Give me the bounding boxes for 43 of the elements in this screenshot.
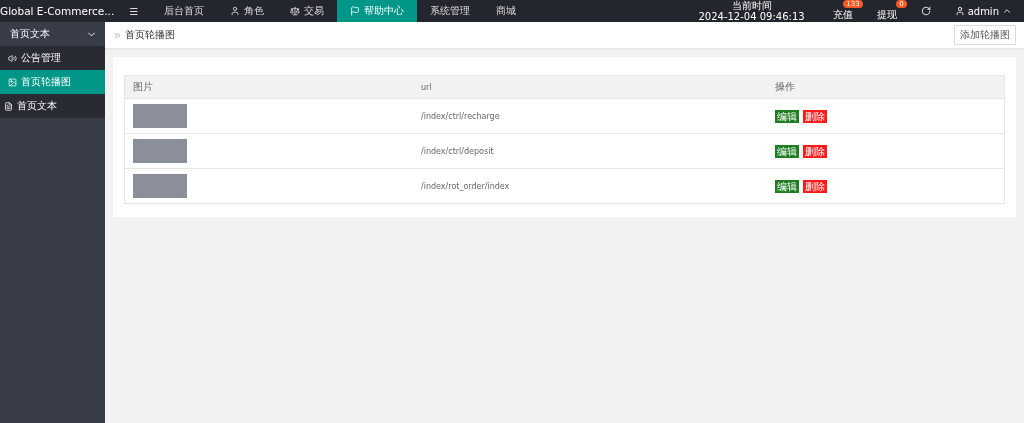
clock-label: 当前时间 xyxy=(731,0,772,11)
header-link[interactable]: 提现 xyxy=(876,8,897,22)
double-chevron-icon xyxy=(113,30,122,40)
edit-button[interactable]: 编辑 xyxy=(775,179,799,193)
breadcrumb: 首页轮播图 xyxy=(125,28,175,42)
photo-placeholder xyxy=(133,104,187,128)
url-cell-text: /index/ctrl/deposit xyxy=(420,146,495,156)
url-cell-text: /index/rot_order/index xyxy=(420,181,511,191)
delete-button[interactable]: 删除 xyxy=(803,109,827,123)
nav-tab[interactable]: 商城 xyxy=(483,0,530,22)
header-link[interactable]: 充值 xyxy=(832,8,853,22)
sidebar-item[interactable]: 首页轮播图 xyxy=(0,70,105,94)
column-header: 图片 xyxy=(132,80,154,94)
delete-button[interactable]: 删除 xyxy=(803,179,827,193)
photo-placeholder xyxy=(133,139,187,163)
edit-button[interactable]: 编辑 xyxy=(775,144,799,158)
image-icon xyxy=(8,77,17,87)
user-icon xyxy=(954,6,965,16)
column-header: url xyxy=(420,82,433,92)
nav-tab[interactable]: 后台首页 xyxy=(151,0,218,22)
add-banner-button[interactable]: 添加轮播图 xyxy=(954,25,1016,45)
edit-button[interactable]: 编辑 xyxy=(775,109,799,123)
photo-placeholder xyxy=(133,174,187,198)
file-icon xyxy=(4,101,13,111)
nav-tab[interactable]: 角色 xyxy=(217,0,278,22)
nav-tab[interactable]: 帮助中心 xyxy=(337,0,418,22)
brand-title: Global E-Commerce... xyxy=(0,4,116,19)
user-name[interactable]: admin xyxy=(967,5,999,17)
flag-icon xyxy=(350,6,361,16)
nav-tab[interactable]: 交易 xyxy=(277,0,338,22)
refresh-icon[interactable] xyxy=(920,6,931,16)
speaker-icon xyxy=(8,53,17,63)
url-cell-text: /index/ctrl/recharge xyxy=(420,111,501,121)
clock-time: 2024-12-04 09:46:13 xyxy=(698,11,805,22)
nav-tab[interactable]: 系统管理 xyxy=(417,0,484,22)
sidebar-item[interactable]: 首页文本 xyxy=(0,94,105,118)
chevron-up-icon xyxy=(1002,6,1012,16)
scale-icon xyxy=(290,6,301,16)
sidebar-item[interactable]: 公告管理 xyxy=(0,46,105,70)
delete-button[interactable]: 删除 xyxy=(803,144,827,158)
user-icon xyxy=(230,6,241,16)
menu-toggle[interactable]: ☰ xyxy=(116,0,152,22)
column-header: 操作 xyxy=(774,80,796,94)
